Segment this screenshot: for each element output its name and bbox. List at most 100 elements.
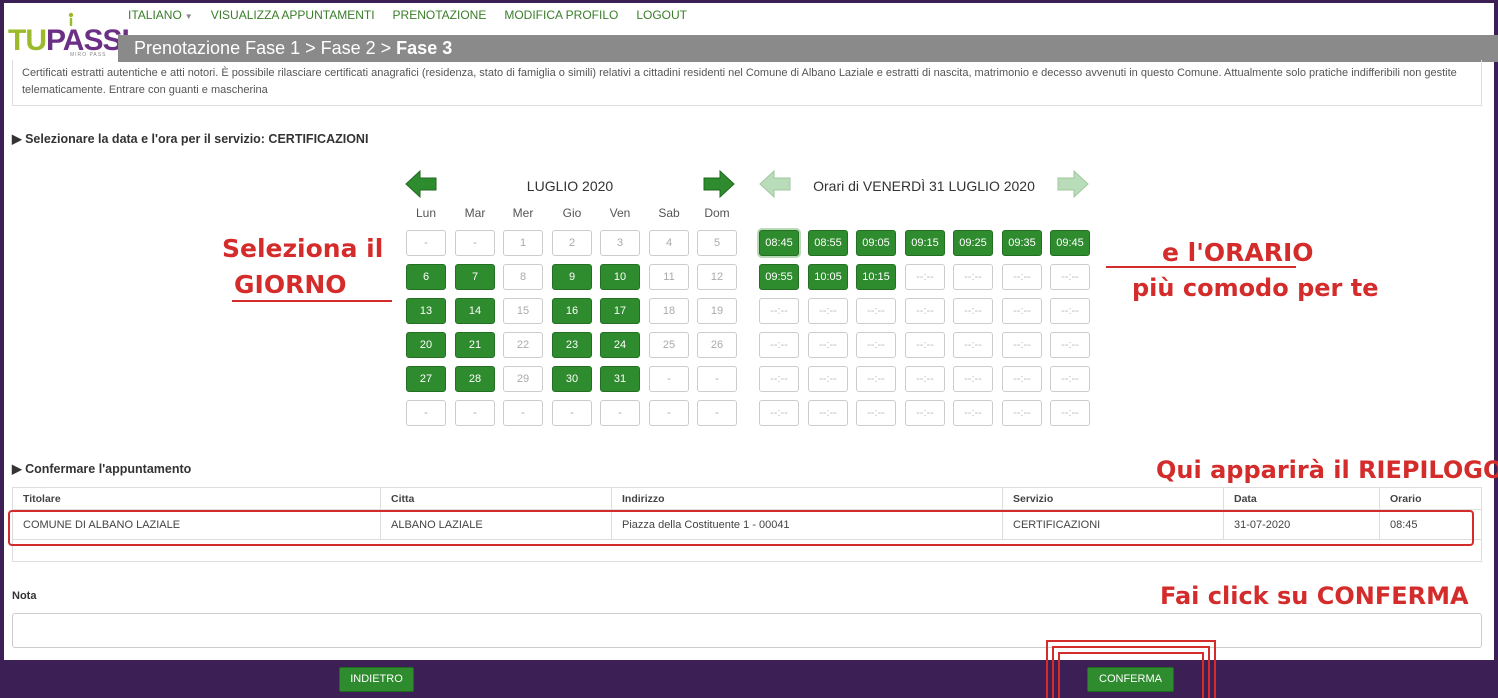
time-slot-empty: --:--	[953, 298, 993, 324]
time-slot-empty: --:--	[856, 298, 896, 324]
calendar-day[interactable]: 31	[600, 366, 640, 392]
window-frame-left	[0, 0, 4, 698]
annotation-seleziona: Seleziona il	[222, 234, 384, 263]
calendar-day: -	[697, 400, 737, 426]
time-slot-empty: --:--	[905, 264, 945, 290]
time-slot[interactable]: 09:25	[953, 230, 993, 256]
annotation-orario: e l'ORARIO	[1162, 238, 1314, 267]
calendar-day[interactable]: 13	[406, 298, 446, 324]
column-header: Orario	[1379, 487, 1482, 510]
weekday-label: Gio	[562, 206, 582, 220]
time-slot-empty: --:--	[808, 298, 848, 324]
calendar-day[interactable]: 20	[406, 332, 446, 358]
calendar-day: -	[455, 230, 495, 256]
nota-field[interactable]	[12, 613, 1482, 648]
column-header: Citta	[380, 487, 612, 510]
orari-title: Orari di VENERDÌ 31 LUGLIO 2020	[813, 178, 1035, 194]
calendar-day[interactable]: 16	[552, 298, 592, 324]
calendar-day: 5	[697, 230, 737, 256]
calendar-day: 26	[697, 332, 737, 358]
column-header: Servizio	[1002, 487, 1224, 510]
breadcrumb-steps: Prenotazione Fase 1 > Fase 2 >	[134, 38, 397, 58]
time-slot-empty: --:--	[808, 332, 848, 358]
time-slot-empty: --:--	[953, 366, 993, 392]
time-slot[interactable]: 09:45	[1050, 230, 1090, 256]
calendar-day[interactable]: 23	[552, 332, 592, 358]
time-slot[interactable]: 09:15	[905, 230, 945, 256]
calendar-day: 18	[649, 298, 689, 324]
tupassi-logo[interactable]: TUPASSI MIRO PASS	[8, 12, 130, 58]
prev-month-arrow-icon[interactable]	[404, 170, 438, 198]
window-frame-top	[0, 0, 1498, 3]
time-slot-empty: --:--	[1050, 332, 1090, 358]
calendar-day[interactable]: 21	[455, 332, 495, 358]
calendar-day[interactable]: 10	[600, 264, 640, 290]
time-slot-empty: --:--	[1050, 298, 1090, 324]
next-day-arrow-icon[interactable]	[1056, 170, 1090, 198]
column-header: Titolare	[12, 487, 381, 510]
nav-prenotazione[interactable]: PRENOTAZIONE	[393, 8, 487, 22]
calendar-day: 2	[552, 230, 592, 256]
calendar-day[interactable]: 17	[600, 298, 640, 324]
time-slot[interactable]: 08:45	[759, 230, 799, 256]
chevron-down-icon: ▼	[184, 12, 193, 21]
weekday-label: Dom	[704, 206, 730, 220]
time-slot[interactable]: 10:05	[808, 264, 848, 290]
logo-subtitle: MIRO PASS	[70, 52, 107, 58]
next-month-arrow-icon[interactable]	[702, 170, 736, 198]
back-button[interactable]: INDIETRO	[339, 667, 414, 692]
calendar-day[interactable]: 9	[552, 264, 592, 290]
calendar-day: -	[649, 400, 689, 426]
time-slot-empty: --:--	[1002, 366, 1042, 392]
time-slot[interactable]: 10:15	[856, 264, 896, 290]
calendar-day[interactable]: 28	[455, 366, 495, 392]
nav-logout[interactable]: LOGOUT	[636, 8, 687, 22]
top-navigation: ITALIANO ▼ VISUALIZZA APPUNTAMENTI PRENOT…	[128, 8, 687, 22]
annotation-riepilogo: Qui apparirà il RIEPILOGO	[1156, 456, 1498, 484]
annotation-giorno: GIORNO	[234, 270, 347, 299]
window-frame-right	[1494, 0, 1498, 698]
nav-visualizza-appuntamenti[interactable]: VISUALIZZA APPUNTAMENTI	[211, 8, 375, 22]
annotation-comodo: più comodo per te	[1132, 274, 1379, 302]
time-slot-empty: --:--	[953, 264, 993, 290]
annotation-conferma: Fai click su CONFERMA	[1160, 582, 1469, 610]
calendar-day[interactable]: 24	[600, 332, 640, 358]
calendar-month-title: LUGLIO 2020	[526, 178, 614, 194]
weekday-label: Mer	[512, 206, 534, 220]
calendar-day[interactable]: 30	[552, 366, 592, 392]
calendar-day: -	[455, 400, 495, 426]
weekday-label: Mar	[464, 206, 486, 220]
calendar-day[interactable]: 7	[455, 264, 495, 290]
calendar-day: 8	[503, 264, 543, 290]
time-slot-empty: --:--	[905, 400, 945, 426]
time-slot-empty: --:--	[953, 400, 993, 426]
calendar-day: -	[600, 400, 640, 426]
time-slot[interactable]: 08:55	[808, 230, 848, 256]
time-slot-empty: --:--	[905, 366, 945, 392]
weekday-label: Ven	[609, 206, 631, 220]
table-header-row: Titolare Citta Indirizzo Servizio Data O…	[12, 487, 1482, 510]
time-slot-empty: --:--	[1050, 400, 1090, 426]
time-slot-empty: --:--	[759, 366, 799, 392]
nav-modifica-profilo[interactable]: MODIFICA PROFILO	[504, 8, 618, 22]
time-slot-empty: --:--	[759, 400, 799, 426]
annotation-underline	[232, 300, 392, 302]
calendar-day: -	[697, 366, 737, 392]
time-slot[interactable]: 09:05	[856, 230, 896, 256]
time-slot-empty: --:--	[905, 298, 945, 324]
time-slot[interactable]: 09:55	[759, 264, 799, 290]
calendar-day[interactable]: 27	[406, 366, 446, 392]
weekday-label: Sab	[658, 206, 680, 220]
prev-day-arrow-icon[interactable]	[758, 170, 792, 198]
calendar-day: 4	[649, 230, 689, 256]
calendar-day: -	[406, 400, 446, 426]
calendar-day: 12	[697, 264, 737, 290]
breadcrumb: Prenotazione Fase 1 > Fase 2 > Fase 3	[118, 35, 1498, 62]
calendar-day[interactable]: 14	[455, 298, 495, 324]
calendar-day: 19	[697, 298, 737, 324]
time-slot[interactable]: 09:35	[1002, 230, 1042, 256]
time-slot-empty: --:--	[856, 332, 896, 358]
calendar-day[interactable]: 6	[406, 264, 446, 290]
nav-language[interactable]: ITALIANO ▼	[128, 8, 193, 22]
calendar-day: 29	[503, 366, 543, 392]
